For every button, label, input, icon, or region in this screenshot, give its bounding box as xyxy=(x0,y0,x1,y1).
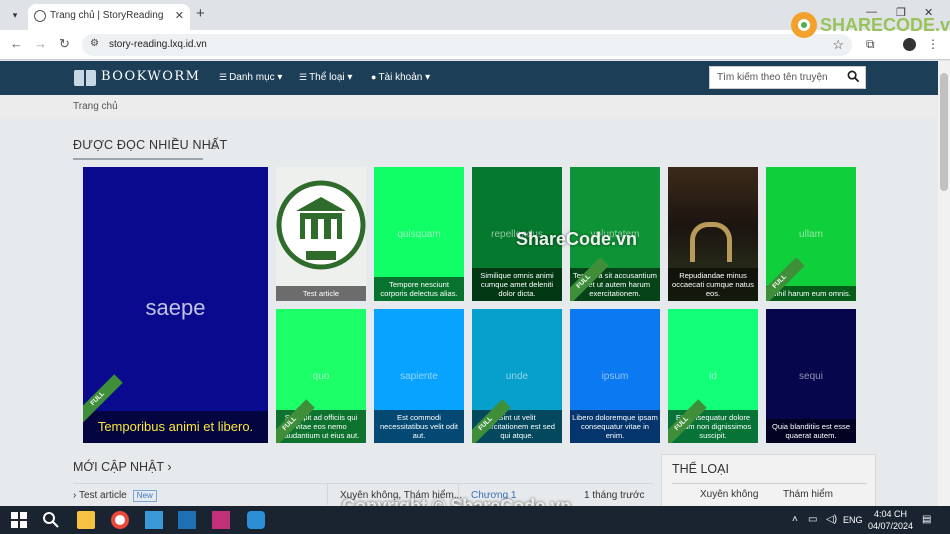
cover-placeholder-text: ullam xyxy=(799,229,823,240)
story-card[interactable]: quo Suscipit ad officiis qui vitae eos ne… xyxy=(276,309,366,443)
skype-icon[interactable] xyxy=(247,511,265,529)
nav-menu-label: Danh mục ▾ xyxy=(229,72,283,83)
story-card[interactable]: sapiente Est commodi necessitatibus velit… xyxy=(374,309,464,443)
sharecode-logo-icon xyxy=(791,12,817,38)
breadcrumb: Trang chủ xyxy=(0,95,938,119)
story-card[interactable]: Test article xyxy=(276,167,366,301)
new-badge: New xyxy=(132,490,157,502)
nav-genres-label: Thể loại ▾ xyxy=(309,72,353,83)
story-title: Tempore nesciunt corporis delectus alias… xyxy=(374,277,464,301)
story-title: Est commodi necessitatibus velit odit au… xyxy=(374,410,464,443)
genres-panel: THỂ LOẠI Xuyên không Thám hiểm xyxy=(661,454,876,506)
story-card[interactable]: ullam Nihil harum eum omnis. FULL xyxy=(766,167,856,301)
reload-button[interactable]: ↻ xyxy=(59,36,70,52)
scrollbar-thumb[interactable] xyxy=(940,73,948,191)
notification-icon[interactable]: ▤ xyxy=(922,514,931,525)
nav-menu-dropdown[interactable]: ☰ Danh mục ▾ xyxy=(219,72,282,83)
search-icon[interactable] xyxy=(847,70,860,83)
volume-icon[interactable]: ◁) xyxy=(826,514,837,525)
story-title: Libero doloremque ipsam consequatur vita… xyxy=(570,410,660,443)
story-title: Quia blanditiis est esse quaerat autem. xyxy=(766,419,856,443)
fire-icon: ♨ xyxy=(208,140,218,152)
network-icon[interactable]: ▭ xyxy=(808,514,817,525)
brand-name: BOOKWORM xyxy=(101,69,201,84)
story-name: Test article xyxy=(78,490,127,501)
center-watermark: ShareCode.vn xyxy=(516,229,638,249)
breadcrumb-home[interactable]: Trang chủ xyxy=(73,101,118,112)
chrome-icon[interactable] xyxy=(111,511,129,529)
list-icon: ☰ xyxy=(219,72,228,82)
story-card[interactable]: quisquam Tempore nesciunt corporis delect… xyxy=(374,167,464,301)
tab-title: Trang chủ | StoryReading xyxy=(50,10,164,21)
genres-title: THỂ LOẠI xyxy=(672,462,729,476)
nav-genres-dropdown[interactable]: ☰ Thể loại ▾ xyxy=(299,72,352,83)
cover-placeholder-text: saepe xyxy=(145,295,206,320)
clock-date[interactable]: 04/07/2024 xyxy=(868,521,913,531)
updated-time: 1 tháng trước xyxy=(584,490,645,501)
cover-placeholder-text: ipsum xyxy=(601,371,629,382)
taskbar-search-icon[interactable] xyxy=(42,511,60,529)
cover-placeholder-text: unde xyxy=(505,371,529,382)
app-icon[interactable] xyxy=(212,511,230,529)
new-tab-button[interactable]: + xyxy=(196,5,205,22)
story-card[interactable]: id Et consequatur dolore rerum non dignis… xyxy=(668,309,758,443)
site-navbar: BOOKWORM ☰ Danh mục ▾ ☰ Thể loại ▾ ● Tài kh… xyxy=(0,61,938,95)
most-read-title: ĐƯỢC ĐỌC NHIỀU NHẤT xyxy=(73,138,228,152)
tab-close-icon[interactable]: ✕ xyxy=(175,9,184,22)
cover-placeholder-text: id xyxy=(709,371,717,382)
sharecode-logo: SHARECODE.vn xyxy=(790,8,950,42)
url-text[interactable]: story-reading.lxq.id.vn xyxy=(109,39,207,50)
back-button[interactable]: ← xyxy=(10,36,23,51)
story-name-cell[interactable]: › Test article New xyxy=(73,490,157,502)
latest-updates-title[interactable]: MỚI CẬP NHẬT › xyxy=(73,460,171,474)
book-logo-icon xyxy=(74,70,96,86)
cover-placeholder-text: quisquam xyxy=(397,229,441,240)
user-icon: ● xyxy=(371,72,377,82)
nav-account-label: Tài khoản ▾ xyxy=(378,72,431,83)
cover-placeholder-text: sequi xyxy=(799,371,823,382)
latest-updates-label: MỚI CẬP NHẬT xyxy=(73,460,164,474)
address-bar[interactable]: ⚙ story-reading.lxq.id.vn ☆ xyxy=(82,34,852,56)
story-search xyxy=(709,66,866,89)
language-indicator[interactable]: ENG xyxy=(843,515,863,525)
story-card[interactable]: Repudiandae minus occaecati cumque natus… xyxy=(668,167,758,301)
temple-gate-shape xyxy=(690,222,732,262)
story-title: Test article xyxy=(276,286,366,301)
story-card[interactable]: ipsum Libero doloremque ipsam consequatur… xyxy=(570,309,660,443)
page-scrollbar[interactable] xyxy=(938,61,950,506)
chevron-up-icon[interactable]: ˄ xyxy=(792,514,798,525)
windows-taskbar: ˄ ▭ ◁) ENG 4:04 CH 04/07/2024 ▤ xyxy=(0,506,950,534)
vscode-icon[interactable] xyxy=(178,511,196,529)
story-title: Temporibus animi et libero. xyxy=(83,411,268,443)
globe-icon xyxy=(34,10,46,22)
list-icon: ☰ xyxy=(299,72,308,82)
story-card[interactable]: unde Sint ut velit exercitationem est sed… xyxy=(472,309,562,443)
story-title: Similique omnis animi cumque amet deleni… xyxy=(472,268,562,301)
file-explorer-icon[interactable] xyxy=(77,511,95,529)
site-info-icon[interactable]: ⚙ xyxy=(90,38,99,49)
story-card[interactable]: sequi Quia blanditiis est esse quaerat au… xyxy=(766,309,856,443)
browser-tab[interactable]: Trang chủ | StoryReading ✕ xyxy=(28,4,190,30)
genre-link[interactable]: Xuyên không xyxy=(700,489,758,500)
nav-account-dropdown[interactable]: ● Tài khoản ▾ xyxy=(371,72,430,83)
cover-placeholder-text: sapiente xyxy=(400,371,438,382)
forward-button[interactable]: → xyxy=(34,36,47,51)
featured-story-card[interactable]: saepe Temporibus animi et libero. FULL xyxy=(83,167,268,443)
sharecode-logo-text: SHARECODE.vn xyxy=(820,15,950,35)
search-input[interactable] xyxy=(710,67,840,88)
chevron-right-icon: › xyxy=(167,460,172,474)
story-title: Repudiandae minus occaecati cumque natus… xyxy=(668,268,758,301)
main-content: ĐƯỢC ĐỌC NHIỀU NHẤT ♨ saepe Temporibus a… xyxy=(0,119,938,506)
genre-link[interactable]: Thám hiểm xyxy=(783,489,833,500)
section-divider xyxy=(73,158,203,160)
windows-start-icon[interactable] xyxy=(10,511,28,529)
hoi-an-logo-image xyxy=(276,180,366,270)
tab-search-chevron-icon[interactable]: ▾ xyxy=(6,6,24,24)
cover-placeholder-text: quo xyxy=(312,371,330,382)
clock-time[interactable]: 4:04 CH xyxy=(874,509,907,519)
photos-icon[interactable] xyxy=(145,511,163,529)
section-divider xyxy=(672,483,867,484)
